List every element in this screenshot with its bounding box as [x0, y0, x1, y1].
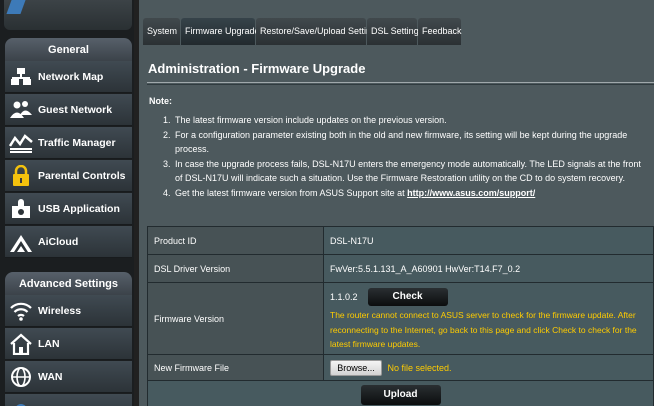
note-number: 4. — [163, 187, 171, 198]
sidebar-item-label: Guest Network — [38, 104, 113, 116]
tab-system[interactable]: System — [143, 18, 180, 45]
note-number: 3. — [163, 158, 171, 169]
firmware-version-line: 1.1.0.2 Check — [330, 288, 653, 307]
note-item: 2. For a configuration parameter existin… — [149, 128, 649, 157]
wan-globe-icon — [11, 367, 31, 387]
next-item-icon — [16, 404, 26, 406]
firmware-version-cell: 1.1.0.2 Check The router cannot connect … — [323, 282, 654, 355]
sidebar-item-label: Parental Controls — [38, 170, 126, 182]
lan-icon — [10, 333, 32, 355]
firmware-info-table: Product ID DSL-N17U DSL Driver Version F… — [147, 226, 654, 406]
title-divider-shadow — [147, 84, 654, 85]
check-button[interactable]: Check — [367, 288, 448, 307]
table-row: Product ID DSL-N17U — [147, 226, 654, 255]
product-id-label: Product ID — [147, 226, 324, 255]
parental-controls-icon — [13, 165, 29, 186]
note-number: 1. — [163, 115, 171, 125]
browse-button[interactable]: Browse... — [330, 359, 382, 376]
tab-dsl-setting[interactable]: DSL Setting — [367, 18, 419, 45]
sidebar-item-usb-application[interactable]: USB Application — [5, 193, 132, 225]
sidebar-item-parental-controls[interactable]: Parental Controls — [5, 160, 132, 192]
note-text: The latest firmware version include upda… — [175, 115, 447, 125]
note-text: Get the latest firmware version from ASU… — [175, 187, 408, 198]
sidebar-item-label: Wireless — [38, 305, 82, 317]
note-number: 2. — [163, 129, 171, 140]
page-title: Administration - Firmware Upgrade — [148, 61, 366, 76]
sidebar-advanced-header: Advanced Settings — [5, 272, 132, 296]
upload-button[interactable]: Upload — [360, 384, 441, 405]
sidebar-top-item[interactable] — [4, 0, 132, 30]
sidebar-item-next[interactable] — [5, 394, 132, 406]
traffic-manager-icon — [9, 134, 33, 153]
guest-network-icon — [10, 101, 32, 118]
table-row: New Firmware File Browse... No file sele… — [147, 354, 654, 381]
network-map-icon — [11, 68, 31, 85]
sidebar-item-label: Traffic Manager — [38, 137, 116, 149]
upload-cell: Upload — [147, 380, 654, 406]
tab-restore-save-upload[interactable]: Restore/Save/Upload Setting — [256, 18, 376, 45]
title-divider — [147, 82, 654, 83]
table-row: Upload — [147, 380, 654, 406]
note-item: 4. Get the latest firmware version from … — [149, 186, 649, 201]
sidebar: General Network Map Guest Network Traffi… — [0, 0, 134, 406]
note-text: In case the upgrade process fails, DSL-N… — [175, 158, 641, 184]
sidebar-item-wireless[interactable]: Wireless — [5, 295, 132, 327]
tab-firmware-upgrade[interactable]: Firmware Upgrade — [181, 18, 260, 45]
sidebar-item-lan[interactable]: LAN — [5, 328, 132, 360]
main-panel: System Firmware Upgrade Restore/Save/Upl… — [139, 0, 654, 406]
note-label: Note: — [149, 96, 172, 106]
aicloud-icon — [10, 235, 32, 252]
sidebar-item-traffic-manager[interactable]: Traffic Manager — [5, 127, 132, 159]
sidebar-item-label: LAN — [38, 338, 60, 350]
note-text: For a configuration parameter existing b… — [175, 129, 628, 155]
firmware-version-label: Firmware Version — [147, 282, 324, 355]
note-item: 3. In case the upgrade process fails, DS… — [149, 157, 649, 186]
tab-feedback[interactable]: Feedback — [418, 18, 462, 45]
sidebar-item-aicloud[interactable]: AiCloud — [5, 226, 132, 258]
notes-list: 1. The latest firmware version include u… — [149, 113, 649, 201]
table-row: DSL Driver Version FwVer:5.5.1.131_A_A60… — [147, 254, 654, 283]
sidebar-item-label: Network Map — [38, 71, 104, 83]
tab-bar: System Firmware Upgrade Restore/Save/Upl… — [139, 14, 654, 45]
asus-support-link[interactable]: http://www.asus.com/support/ — [407, 188, 535, 198]
firmware-check-warning: The router cannot connect to ASUS server… — [330, 310, 637, 350]
note-item: 1. The latest firmware version include u… — [149, 113, 649, 128]
sidebar-item-wan[interactable]: WAN — [5, 361, 132, 393]
sidebar-item-guest-network[interactable]: Guest Network — [5, 94, 132, 126]
driver-version-label: DSL Driver Version — [147, 254, 324, 283]
driver-version-value: FwVer:5.5.1.131_A_A60901 HwVer:T14.F7_0.… — [323, 254, 654, 283]
sidebar-item-label: WAN — [38, 371, 63, 383]
product-id-value: DSL-N17U — [323, 226, 654, 255]
sidebar-item-network-map[interactable]: Network Map — [5, 61, 132, 93]
sidebar-item-label: USB Application — [38, 203, 120, 215]
sidebar-item-label: AiCloud — [38, 236, 79, 248]
table-row: Firmware Version 1.1.0.2 Check The route… — [147, 282, 654, 355]
firmware-version-value: 1.1.0.2 — [330, 292, 358, 303]
no-file-selected-text: No file selected. — [387, 362, 452, 373]
logo-fragment-icon — [6, 0, 26, 14]
sidebar-general-header: General — [5, 38, 132, 62]
new-firmware-file-label: New Firmware File — [147, 354, 324, 381]
usb-application-icon — [12, 199, 30, 218]
new-firmware-file-cell: Browse... No file selected. — [323, 354, 654, 381]
wireless-icon — [10, 302, 32, 321]
